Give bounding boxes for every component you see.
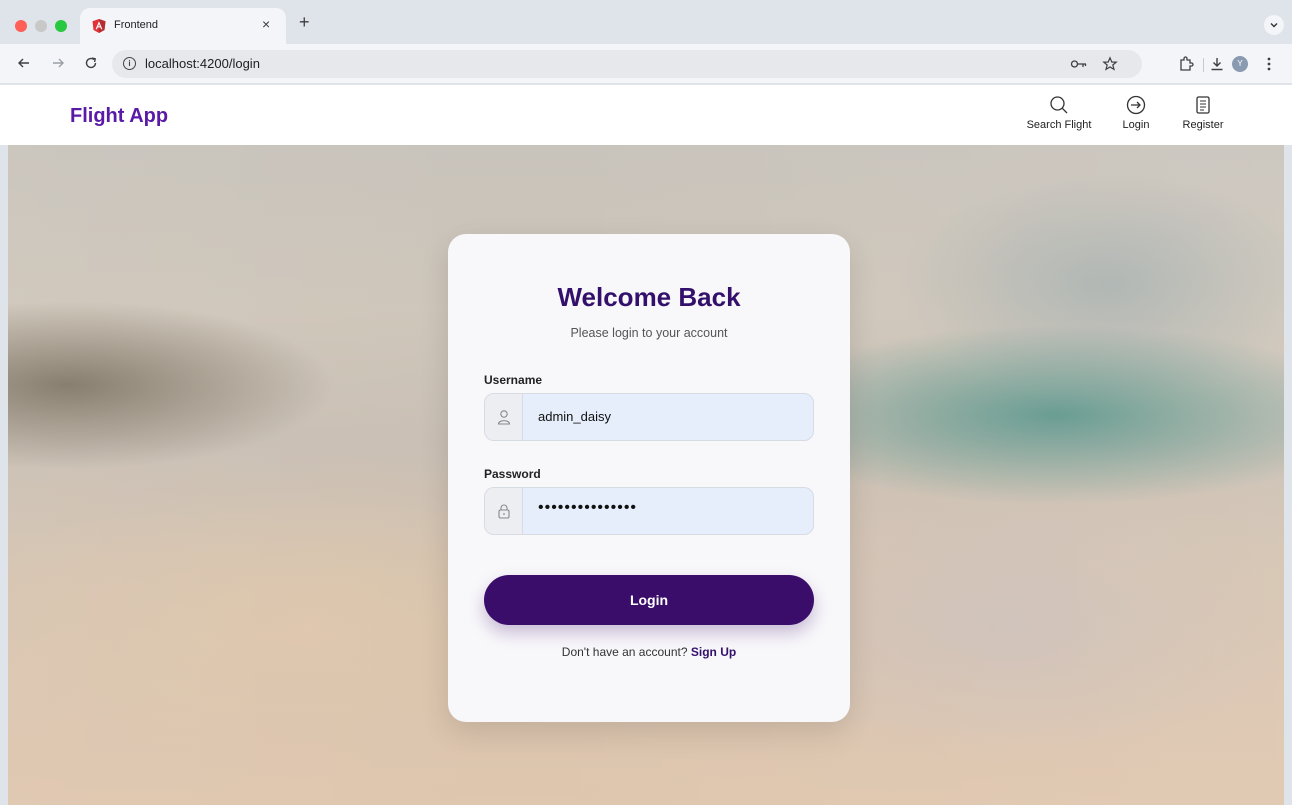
brand-logo[interactable]: Flight App xyxy=(70,105,168,128)
reload-icon[interactable] xyxy=(83,55,99,71)
nav-search-flight-label: Search Flight xyxy=(1026,119,1092,131)
back-icon[interactable] xyxy=(16,55,32,71)
maximize-window-button[interactable] xyxy=(55,20,67,32)
url-text[interactable]: localhost:4200/login xyxy=(145,56,260,71)
password-key-icon[interactable] xyxy=(1070,58,1088,70)
password-label: Password xyxy=(484,467,541,481)
password-field[interactable]: ••••••••••••••• xyxy=(484,487,814,535)
info-icon[interactable]: i xyxy=(123,57,136,70)
nav-login-label: Login xyxy=(1122,119,1150,131)
chevron-down-icon xyxy=(1270,23,1278,28)
profile-avatar[interactable]: Y xyxy=(1232,56,1248,72)
extensions-icon[interactable] xyxy=(1178,56,1194,72)
download-icon[interactable] xyxy=(1209,56,1225,72)
lock-icon xyxy=(498,504,510,519)
close-tab-icon[interactable]: × xyxy=(262,16,270,32)
app-header: Flight App Search Flight Login Register xyxy=(0,85,1292,145)
nav-login[interactable]: Login xyxy=(1114,94,1158,131)
browser-tab[interactable]: Frontend × xyxy=(80,8,286,44)
angular-icon xyxy=(92,19,106,33)
nav-search-flight[interactable]: Search Flight xyxy=(1024,94,1094,131)
login-icon xyxy=(1126,95,1146,115)
user-icon-box xyxy=(485,394,523,440)
username-field[interactable]: admin_daisy xyxy=(484,393,814,441)
register-icon xyxy=(1196,96,1210,114)
signup-prompt: Don't have an account? Sign Up xyxy=(448,645,850,659)
username-label: Username xyxy=(484,373,543,387)
address-bar[interactable]: i localhost:4200/login xyxy=(112,50,1142,78)
nav-register-label: Register xyxy=(1182,119,1224,131)
search-icon xyxy=(1050,96,1068,114)
password-input[interactable]: ••••••••••••••• xyxy=(538,499,637,517)
username-input[interactable]: admin_daisy xyxy=(538,409,611,424)
browser-toolbar: i localhost:4200/login Y xyxy=(0,44,1292,84)
nav-register[interactable]: Register xyxy=(1178,94,1228,131)
signup-prompt-text: Don't have an account? xyxy=(561,645,688,659)
toolbar-separator xyxy=(1203,58,1204,72)
page-title: Welcome Back xyxy=(557,282,741,312)
more-menu-icon[interactable] xyxy=(1266,56,1272,72)
tab-search-button[interactable] xyxy=(1264,15,1284,35)
browser-tab-bar: Frontend × + xyxy=(0,0,1292,44)
user-icon xyxy=(497,410,511,425)
login-card: Welcome Back Please login to your accoun… xyxy=(448,234,850,722)
forward-icon[interactable] xyxy=(50,55,66,71)
star-icon[interactable] xyxy=(1102,56,1118,72)
new-tab-button[interactable]: + xyxy=(299,13,310,31)
minimize-window-button[interactable] xyxy=(35,20,47,32)
signup-link[interactable]: Sign Up xyxy=(691,645,736,659)
lock-icon-box xyxy=(485,488,523,534)
login-button[interactable]: Login xyxy=(484,575,814,625)
page-subtitle: Please login to your account xyxy=(570,326,728,340)
close-window-button[interactable] xyxy=(15,20,27,32)
tab-title: Frontend xyxy=(114,19,159,31)
